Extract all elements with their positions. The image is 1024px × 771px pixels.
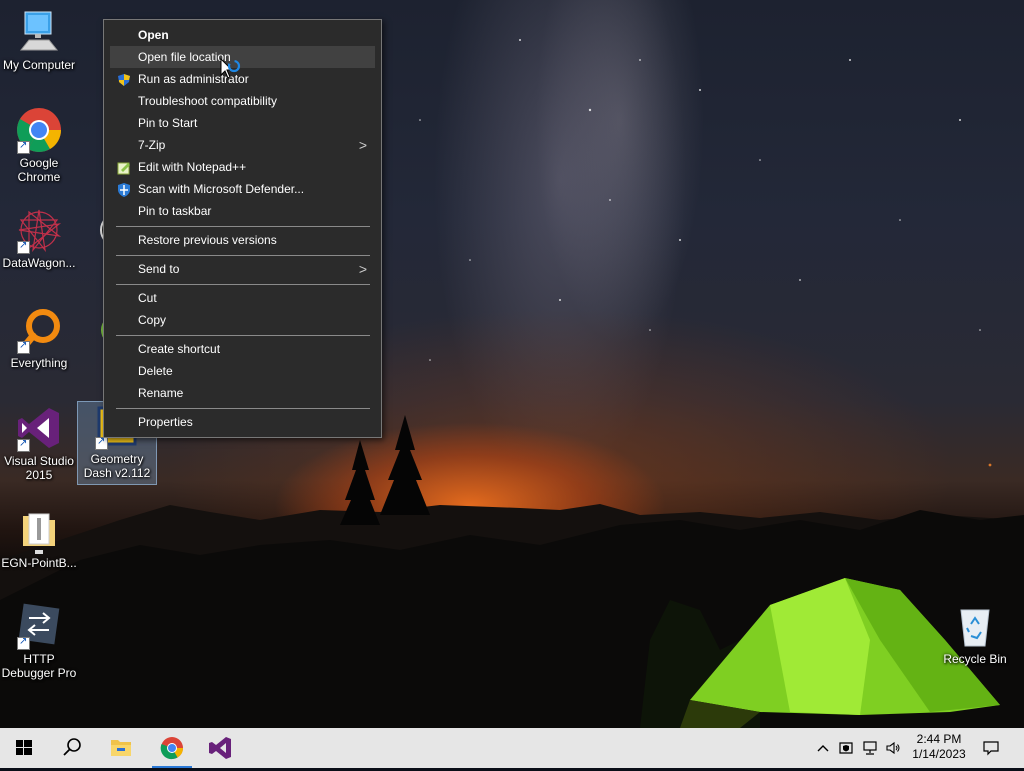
chrome-icon	[160, 737, 183, 760]
submenu-arrow-icon: >	[358, 137, 367, 153]
menu-item-label: Restore previous versions	[138, 233, 277, 247]
everything-search-icon	[15, 306, 63, 354]
menu-separator	[116, 226, 370, 227]
volume-button[interactable]	[885, 740, 901, 756]
menu-item-troubleshoot-compatibility[interactable]: Troubleshoot compatibility	[110, 90, 375, 112]
menu-item-pin-to-start[interactable]: Pin to Start	[110, 112, 375, 134]
chevron-up-icon	[817, 745, 829, 752]
menu-item-label: Troubleshoot compatibility	[138, 94, 277, 108]
menu-item-label: Create shortcut	[138, 342, 221, 356]
network-icon	[863, 741, 877, 755]
desktop-icon-label: Geometry Dash v2.112	[83, 452, 151, 480]
folder-icon	[111, 740, 131, 756]
chrome-taskbar-button[interactable]	[148, 728, 196, 768]
menu-item-label: Open	[138, 28, 169, 42]
menu-item-label: Pin to Start	[138, 116, 198, 130]
desktop-icon-google-chrome[interactable]: Google Chrome	[0, 106, 78, 184]
menu-item-send-to[interactable]: Send to >	[110, 258, 375, 280]
menu-item-label: Copy	[138, 313, 167, 327]
shortcut-arrow-icon	[17, 139, 30, 154]
desktop-icon-my-computer[interactable]: My Computer	[0, 8, 78, 72]
shortcut-arrow-icon	[17, 339, 30, 354]
http-debugger-icon	[15, 602, 63, 650]
desktop-icon-label: DataWagon...	[2, 256, 76, 270]
computer-icon	[15, 8, 63, 56]
menu-item-cut[interactable]: Cut	[110, 287, 375, 309]
menu-separator	[116, 408, 370, 409]
search-button[interactable]	[48, 728, 96, 768]
visual-studio-icon	[209, 737, 231, 759]
menu-item-restore-previous-versions[interactable]: Restore previous versions	[110, 229, 375, 251]
menu-item-label: Scan with Microsoft Defender...	[138, 182, 305, 196]
menu-item-label: Cut	[138, 291, 157, 305]
menu-item-7zip[interactable]: 7-Zip >	[110, 134, 375, 156]
mouse-cursor-icon	[220, 57, 246, 82]
notification-icon	[983, 741, 999, 756]
network-button[interactable]	[862, 740, 878, 756]
windows-logo-icon	[16, 740, 32, 755]
menu-item-copy[interactable]: Copy	[110, 309, 375, 331]
menu-separator	[116, 335, 370, 336]
defender-tray-button[interactable]	[838, 740, 854, 756]
menu-item-open[interactable]: Open	[110, 24, 375, 46]
menu-item-label: Delete	[138, 364, 173, 378]
desktop-icon-label: Recycle Bin	[943, 652, 1007, 666]
shortcut-arrow-icon	[17, 437, 30, 452]
menu-item-properties[interactable]: Properties	[110, 411, 375, 433]
menu-item-label: 7-Zip	[138, 138, 166, 152]
start-button[interactable]	[0, 728, 48, 768]
volume-icon	[886, 741, 900, 755]
desktop-icon-http-debugger-pro[interactable]: HTTP Debugger Pro	[0, 602, 78, 680]
menu-item-scan-with-defender[interactable]: Scan with Microsoft Defender...	[110, 178, 375, 200]
clock-time: 2:44 PM	[916, 732, 962, 746]
shortcut-arrow-icon	[17, 635, 30, 650]
taskbar: 2:44 PM 1/14/2023	[0, 728, 1024, 768]
desktop-icon-label: Visual Studio 2015	[4, 454, 74, 482]
zip-folder-icon	[15, 506, 63, 554]
desktop-icon-label: Google Chrome	[17, 156, 61, 184]
visual-studio-taskbar-button[interactable]	[196, 728, 244, 768]
visual-studio-icon	[15, 404, 63, 452]
clock-date: 1/14/2023	[912, 747, 966, 761]
menu-separator	[116, 284, 370, 285]
menu-item-label: Rename	[138, 386, 184, 400]
recycle-bin-icon	[951, 602, 999, 650]
desktop-icon-everything[interactable]: Everything	[0, 306, 78, 370]
taskbar-clock[interactable]: 2:44 PM 1/14/2023	[906, 732, 972, 762]
chrome-icon	[15, 106, 63, 154]
desktop-icon-label: Everything	[10, 356, 68, 370]
shortcut-arrow-icon	[95, 435, 108, 450]
menu-item-rename[interactable]: Rename	[110, 382, 375, 404]
desktop-icon-visual-studio-2015[interactable]: Visual Studio 2015	[0, 404, 78, 482]
search-icon	[63, 738, 81, 756]
menu-item-edit-with-notepadpp[interactable]: Edit with Notepad++	[110, 156, 375, 178]
desktop-icon-label: EGN-PointB...	[1, 556, 77, 570]
desktop-icon-recycle-bin[interactable]: Recycle Bin	[936, 602, 1014, 666]
notepadpp-icon	[117, 160, 131, 175]
desktop-icon-egn-pointb[interactable]: EGN-PointB...	[0, 506, 78, 570]
menu-item-pin-to-taskbar[interactable]: Pin to taskbar	[110, 200, 375, 222]
menu-separator	[116, 255, 370, 256]
datawagon-icon	[15, 206, 63, 254]
desktop-icon-label: HTTP Debugger Pro	[1, 652, 77, 680]
submenu-arrow-icon: >	[358, 261, 367, 277]
desktop-icon-datawagon[interactable]: DataWagon...	[0, 206, 78, 270]
shortcut-arrow-icon	[17, 239, 30, 254]
defender-tray-icon	[839, 742, 853, 754]
menu-item-label: Edit with Notepad++	[138, 160, 247, 174]
menu-item-label: Send to	[138, 262, 180, 276]
desktop-icon-label: My Computer	[2, 58, 76, 72]
menu-item-label: Open file location	[138, 50, 231, 64]
show-hidden-icons-button[interactable]	[815, 740, 831, 756]
menu-item-label: Properties	[138, 415, 193, 429]
menu-item-label: Pin to taskbar	[138, 204, 212, 218]
menu-item-create-shortcut[interactable]: Create shortcut	[110, 338, 375, 360]
uac-shield-icon	[117, 72, 131, 86]
menu-item-delete[interactable]: Delete	[110, 360, 375, 382]
defender-icon	[117, 182, 131, 197]
file-explorer-button[interactable]	[97, 728, 145, 768]
action-center-button[interactable]	[983, 740, 999, 756]
